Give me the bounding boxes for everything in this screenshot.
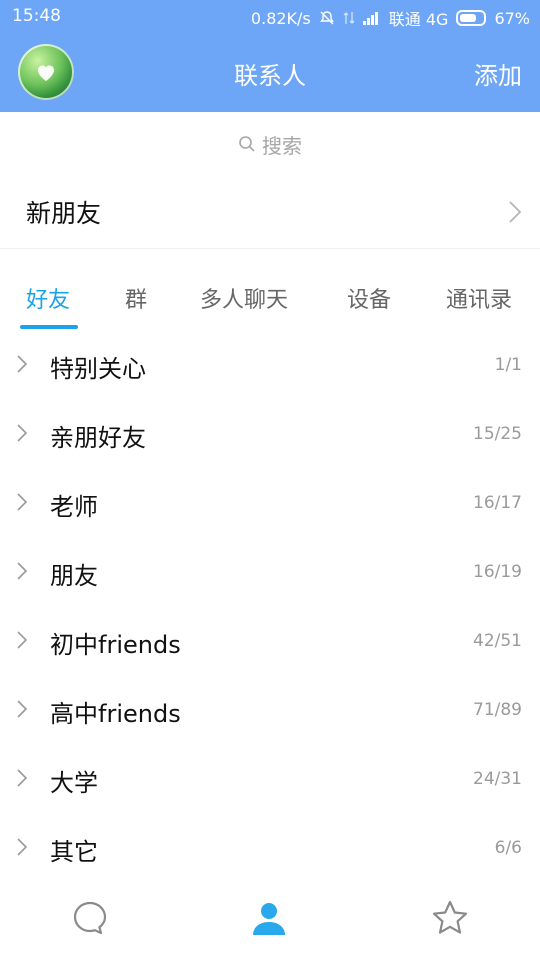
signal-icon (362, 12, 378, 25)
friend-groups-list: 特别关心 1/1 亲朋好友 15/25 老师 16/17 朋友 16/19 初中… (0, 330, 540, 882)
group-count: 15/25 (473, 424, 522, 444)
chevron-right-icon (17, 769, 28, 787)
battery-percent: 67% (494, 8, 530, 28)
list-item[interactable]: 大学 24/31 (0, 744, 540, 813)
add-button[interactable]: 添加 (474, 56, 522, 91)
bottom-navigation (0, 880, 540, 960)
new-friends-row[interactable]: 新朋友 (0, 176, 540, 249)
app-header: 联系人 添加 (0, 32, 540, 112)
list-item[interactable]: 其它 6/6 (0, 813, 540, 882)
group-name: 初中friends (50, 631, 181, 659)
list-item[interactable]: 特别关心 1/1 (0, 330, 540, 399)
group-count: 16/19 (473, 562, 522, 582)
group-count: 16/17 (473, 493, 522, 513)
group-name: 朋友 (50, 562, 98, 590)
active-tab-indicator (20, 325, 78, 329)
group-count: 24/31 (473, 769, 522, 789)
data-transfer-icon (343, 12, 355, 24)
chevron-right-icon (17, 424, 28, 442)
chevron-right-icon (17, 493, 28, 511)
status-right: 0.82K/s 联通 4G 67% (251, 6, 530, 30)
mute-bell-icon (319, 11, 334, 25)
tab-devices[interactable]: 设备 (347, 282, 391, 314)
chevron-right-icon (17, 562, 28, 580)
group-count: 71/89 (473, 700, 522, 720)
list-item[interactable]: 老师 16/17 (0, 468, 540, 537)
group-name: 其它 (50, 838, 98, 866)
chevron-right-icon (509, 201, 522, 223)
star-icon[interactable] (430, 898, 470, 938)
battery-icon (456, 10, 487, 26)
tab-groups[interactable]: 群 (125, 282, 147, 314)
group-name: 老师 (50, 493, 98, 521)
group-name: 亲朋好友 (50, 424, 146, 452)
chevron-right-icon (17, 838, 28, 856)
page-title: 联系人 (234, 62, 306, 90)
list-item[interactable]: 初中friends 42/51 (0, 606, 540, 675)
network-speed: 0.82K/s (250, 8, 311, 28)
group-count: 1/1 (494, 355, 522, 375)
group-name: 大学 (50, 769, 98, 797)
contact-tabs: 好友 群 多人聊天 设备 通讯录 (0, 264, 540, 330)
search-icon (239, 136, 255, 152)
group-name: 高中friends (50, 700, 181, 728)
search-bar[interactable]: 搜索 (0, 112, 540, 176)
status-bar: 15:48 0.82K/s 联通 4G 67% (0, 0, 540, 32)
status-time: 15:48 (12, 6, 61, 26)
tab-address-book[interactable]: 通讯录 (446, 282, 512, 314)
group-count: 6/6 (494, 838, 522, 858)
carrier-label: 联通 4G (388, 10, 449, 29)
new-friends-label: 新朋友 (26, 199, 102, 228)
list-item[interactable]: 亲朋好友 15/25 (0, 399, 540, 468)
chevron-right-icon (17, 355, 28, 373)
tab-friends[interactable]: 好友 (26, 282, 70, 314)
search-placeholder: 搜索 (262, 133, 302, 158)
group-name: 特别关心 (50, 355, 146, 383)
chat-bubble-icon[interactable] (70, 898, 110, 938)
group-count: 42/51 (473, 631, 522, 651)
list-item[interactable]: 朋友 16/19 (0, 537, 540, 606)
chevron-right-icon (17, 631, 28, 649)
contacts-person-icon[interactable] (249, 898, 289, 938)
chevron-right-icon (17, 700, 28, 718)
tab-multi-chat[interactable]: 多人聊天 (200, 282, 288, 314)
list-item[interactable]: 高中friends 71/89 (0, 675, 540, 744)
